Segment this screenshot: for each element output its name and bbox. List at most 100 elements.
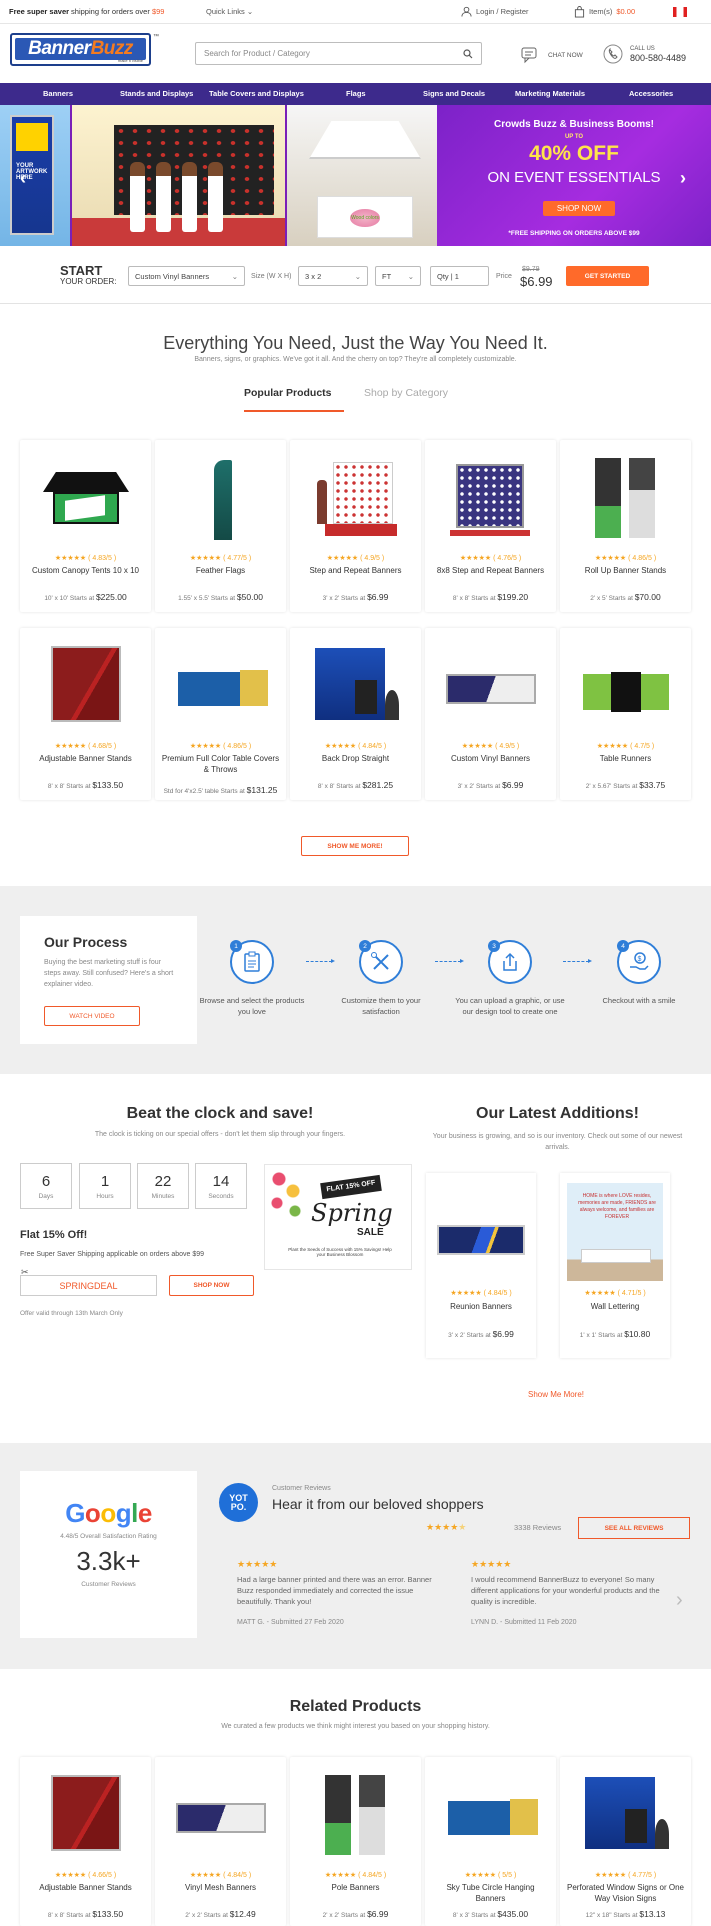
reviews-label: Customer Reviews [272,1485,331,1492]
product-card[interactable]: ★★★★★ ( 5/5 ) Sky Tube Circle Hanging Ban… [425,1757,556,1926]
product-image [305,1769,406,1865]
reviews-title: Hear it from our beloved shoppers [272,1496,484,1512]
tab-shop-by-category[interactable]: Shop by Category [364,387,448,399]
show-me-more-button[interactable]: SHOW ME MORE! [301,836,409,856]
product-card[interactable]: ★★★★★ ( 4.83/5 ) Custom Canopy Tents 10 x… [20,440,151,612]
coupon-code[interactable]: SPRINGDEAL [20,1275,157,1296]
nav-item-stands[interactable]: Stands and Displays [120,89,193,98]
hero-line-2: UP TO [564,134,584,140]
review-item: ★★★★★ Had a large banner printed and the… [237,1559,437,1626]
quick-links[interactable]: Quick Links ⌄ [206,7,253,16]
product-card[interactable]: ★★★★★ ( 4.9/5 ) Custom Vinyl Banners 3' x … [425,628,556,800]
nav-item-banners[interactable]: Banners [43,89,73,98]
red-carpet [72,218,285,246]
product-card[interactable]: ★★★★★ ( 4.77/5 ) Feather Flags 1.55' x 5.5… [155,440,286,612]
countdown-minutes: 22 Minutes [137,1163,189,1209]
product-card[interactable]: ★★★★★ ( 4.84/5 ) Pole Banners 2' x 2' Star… [290,1757,421,1926]
sale-small-text: Plant the Seeds of Success with 15% Savi… [288,1247,392,1257]
table-logo: Wood colors [350,209,380,227]
login-label: Login / Register [476,7,529,16]
tab-popular-products[interactable]: Popular Products [244,387,332,399]
review-author: MATT G. - Submitted 27 Feb 2020 [237,1619,344,1626]
logo-text: BannerBuzz [28,38,133,60]
nav-item-marketing[interactable]: Marketing Materials [515,89,585,98]
product-size: 1.55' x 5.5' Starts at [178,595,236,602]
product-card[interactable]: ★★★★★ ( 4.7/5 ) Table Runners 2' x 5.67' S… [560,628,691,800]
search-input[interactable]: Search for Product / Category [195,42,482,65]
product-size: 8' x 3' Starts at [452,1912,496,1919]
unit-select[interactable]: FT ⌄ [375,266,421,286]
active-tab-indicator [244,410,344,412]
latest-show-more-link[interactable]: Show Me More! [528,1390,584,1399]
product-size: 10' x 10' Starts at [44,595,95,602]
chevron-down-icon: ⌄ [354,271,361,281]
review-stars: ★★★★★ [471,1559,512,1569]
product-card[interactable]: ★★★★★ ( 4.84/5 ) Back Drop Straight 8' x 8… [290,628,421,800]
price-value: $6.99 [367,592,389,602]
sale-word: Spring [311,1199,393,1227]
rating-value: ( 4.77/5 ) [223,555,252,562]
search-icon[interactable] [463,48,473,59]
call-text: CALL US 800-580-4489 [630,45,686,63]
see-all-reviews-button[interactable]: SEE ALL REVIEWS [578,1517,690,1539]
nav-item-flags[interactable]: Flags [346,89,366,98]
product-card[interactable]: ★★★★★ ( 4.76/5 ) 8x8 Step and Repeat Bann… [425,440,556,612]
related-subtitle: We curated a few products we think might… [221,1723,490,1730]
product-price: 8' x 3' Starts at $435.00 [425,1909,556,1919]
chevron-right-icon[interactable]: › [680,168,686,189]
product-name: Wall Lettering [590,1302,640,1311]
hero-shop-now-button[interactable]: SHOP NOW [543,201,615,216]
product-card[interactable]: ★★★★★ ( 4.77/5 ) Perforated Window Signs … [560,1757,691,1926]
rating-stars: ★★★★★ ( 4.77/5 ) [594,1872,657,1879]
review-count-label: Customer Reviews [81,1581,136,1588]
phone-icon [603,44,623,64]
login-link[interactable]: Login / Register [461,6,529,17]
rating-stars: ★★★★★ ( 4.83/5 ) [54,555,117,562]
watch-video-button[interactable]: WATCH VIDEO [44,1006,140,1026]
chevron-right-icon[interactable]: › [676,1589,683,1612]
get-started-button[interactable]: GET STARTED [566,266,649,286]
rating-value: ( 4.9/5 ) [360,555,385,562]
product-size: 3' x 2' Starts at [322,595,366,602]
product-card[interactable]: ★★★★★ ( 4.84/5 ) Vinyl Mesh Banners 2' x 2… [155,1757,286,1926]
process-title: Our Process [44,934,128,950]
chat-label: CHAT NOW [548,51,583,59]
deal-shop-now-button[interactable]: SHOP NOW [169,1275,254,1296]
product-price: 2' x 5' Starts at $70.00 [560,592,691,602]
logo-text-b: Buzz [90,38,134,59]
product-card[interactable]: ★★★★★ ( 4.9/5 ) Step and Repeat Banners 3'… [290,440,421,612]
product-card[interactable]: ★★★★★ ( 4.68/5 ) Adjustable Banner Stands… [20,628,151,800]
product-card[interactable]: ★★★★★ ( 4.66/5 ) Adjustable Banner Stands… [20,1757,151,1926]
related-title: Related Products [289,1698,422,1715]
product-card[interactable]: ★★★★★ ( 4.86/5 ) Roll Up Banner Stands 2' … [560,440,691,612]
rating-value: ( 4.86/5 ) [628,555,657,562]
product-select[interactable]: Custom Vinyl Banners ⌄ [128,266,245,286]
call-us[interactable]: CALL US 800-580-4489 [603,44,686,64]
price-value: $50.00 [236,592,263,602]
chat-now[interactable]: CHAT NOW [521,46,583,64]
canada-flag-icon[interactable] [673,7,687,17]
logo[interactable]: BannerBuzz make it visible [10,33,151,66]
step-number-3: 3 [488,940,500,952]
hero-banner[interactable]: YOUR ARTWORK HERE Wood colors Crowds Buz… [0,105,711,246]
chevron-left-icon[interactable]: ‹ [20,168,26,189]
latest-card[interactable]: ★★★★★ ( 4.84/5 ) Reunion Banners 3' x 2'… [426,1173,536,1358]
nav-item-accessories[interactable]: Accessories [629,89,673,98]
product-card[interactable]: ★★★★★ ( 4.86/5 ) Premium Full Color Table… [155,628,286,800]
latest-card[interactable]: HOME is where LOVE resides, memories are… [560,1173,670,1358]
rating-stars: ★★★★★ ( 4.86/5 ) [189,743,252,750]
cart-link[interactable]: Item(s) $0.00 [574,5,635,18]
hero-line-1: Crowds Buzz & Business Booms! [493,119,655,130]
spring-sale-image[interactable]: FLAT 15% OFF Spring SALE Plant the Seeds… [264,1164,412,1270]
old-price: $9.79 [522,266,540,273]
nav-item-signs[interactable]: Signs and Decals [423,89,485,98]
tablecloth: Wood colors [317,196,413,238]
size-select[interactable]: 3 x 2 ⌄ [298,266,368,286]
quantity-input[interactable]: Qty | 1 [430,266,489,286]
product-price: 8' x 8' Starts at $199.20 [425,592,556,602]
product-image [440,452,541,548]
price-value: $70.00 [634,592,661,602]
nav-item-table-covers[interactable]: Table Covers and Displays [209,89,304,98]
price-value: $225.00 [95,592,127,602]
cart-items-label: Item(s) [589,7,613,16]
